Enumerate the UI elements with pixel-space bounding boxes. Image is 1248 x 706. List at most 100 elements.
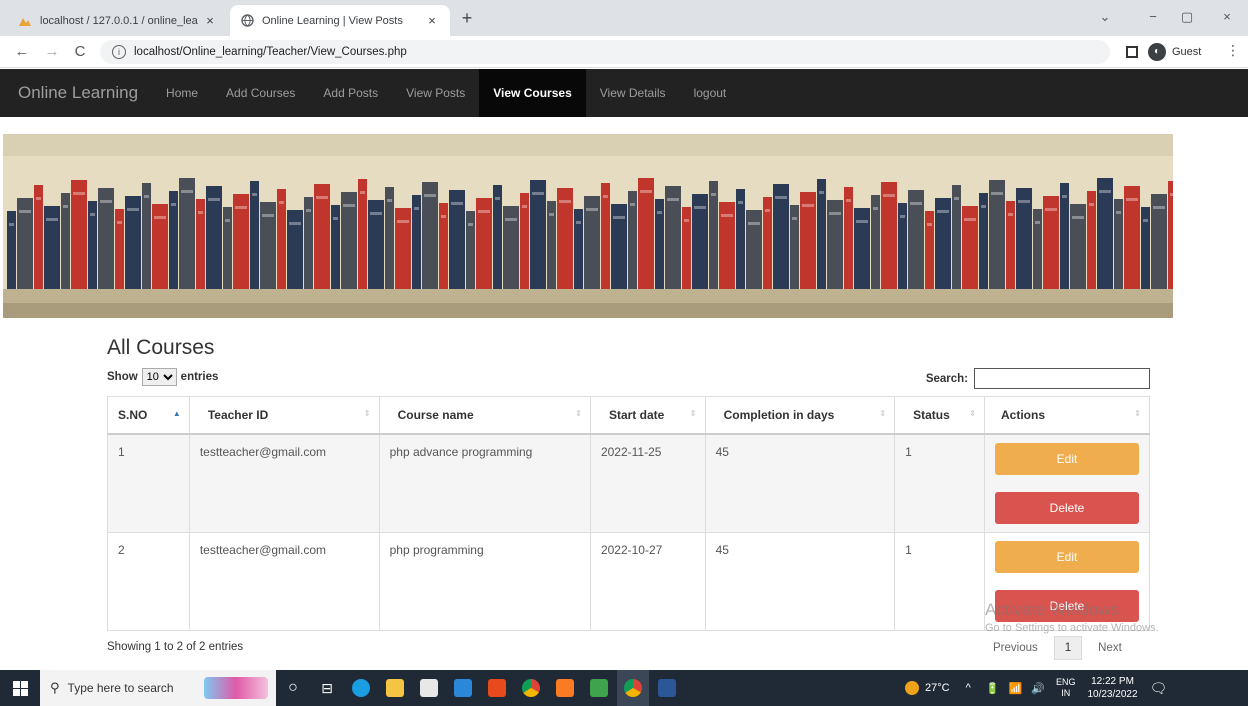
close-tab-icon[interactable]: × [202, 13, 218, 28]
previous-page-button[interactable]: Previous [985, 637, 1046, 659]
col-course-name[interactable]: Course name ⇕ [378, 396, 591, 435]
col-status[interactable]: Status ⇕ [894, 396, 985, 435]
book-label [802, 204, 814, 207]
page-length-control: Show 10 entries [107, 368, 218, 386]
new-tab-icon[interactable]: + [456, 7, 478, 29]
book-label [100, 200, 112, 203]
search-input[interactable] [974, 368, 1150, 389]
windows-start-icon[interactable] [0, 670, 40, 706]
book-spine [709, 181, 718, 289]
url-input[interactable]: i localhost/Online_learning/Teacher/View… [100, 40, 1110, 64]
book-label [954, 197, 959, 200]
clock[interactable]: 12:22 PM 10/23/2022 [1087, 675, 1137, 701]
info-icon[interactable]: i [112, 45, 126, 59]
col-start-date[interactable]: Start date ⇕ [589, 396, 706, 435]
taskbar-search-input[interactable]: ⚲ Type here to search [40, 670, 276, 706]
book-label [1008, 213, 1013, 216]
page-length-select[interactable]: 10 [141, 368, 177, 386]
back-icon[interactable]: ← [12, 42, 32, 62]
book-label [792, 217, 797, 220]
book-label [505, 218, 517, 221]
book-label [73, 192, 85, 195]
profile-avatar-icon: ◐ [1148, 43, 1166, 61]
tray-expand-icon[interactable]: ^ [966, 682, 974, 694]
book-label [829, 212, 841, 215]
weather-temp[interactable]: 27°C [925, 682, 950, 694]
book-label [198, 211, 203, 214]
page-1-button[interactable]: 1 [1053, 636, 1083, 660]
tab-title: Online Learning | View Posts [262, 14, 403, 27]
close-tab-icon[interactable]: × [424, 13, 440, 28]
book-spine [557, 188, 573, 289]
book-label [657, 211, 662, 214]
book-label [694, 206, 706, 209]
restore-icon[interactable]: ▢ [1172, 6, 1202, 28]
search-label: Search: [925, 372, 968, 385]
notification-icon[interactable]: 🗨 [1150, 680, 1168, 697]
sort-icon: ⇕ [879, 409, 887, 418]
pagination: Previous 1 Next [985, 636, 1130, 660]
mail-icon[interactable] [447, 670, 479, 706]
col-teacher-id[interactable]: Teacher ID ⇕ [188, 396, 380, 435]
edge-icon[interactable] [345, 670, 377, 706]
image-viewer-icon[interactable] [583, 670, 615, 706]
task-view-glyph: ○ [288, 679, 298, 696]
edit-button[interactable]: Edit [995, 442, 1139, 475]
widgets-icon[interactable]: ⊟ [311, 670, 343, 706]
profile-button[interactable]: ◐ Guest [1148, 42, 1201, 62]
book-spine [422, 182, 438, 289]
book-label [900, 215, 905, 218]
col-sno[interactable]: S.NO ▲ [107, 396, 190, 435]
book-label [495, 197, 500, 200]
brand-link[interactable]: Online Learning [0, 83, 152, 103]
col-completion[interactable]: Completion in days ⇕ [704, 396, 896, 435]
globe-icon [240, 14, 254, 28]
xampp-icon[interactable] [549, 670, 581, 706]
book-spine [638, 178, 654, 289]
side-panel-icon[interactable] [1126, 46, 1138, 58]
language-indicator[interactable]: ENG IN [1056, 677, 1076, 699]
reload-icon[interactable]: C [70, 42, 90, 62]
address-bar: ← → C i localhost/Online_learning/Teache… [0, 36, 1248, 68]
col-completion-label: Completion in days [723, 407, 835, 422]
book-spine [844, 187, 853, 289]
edit-button[interactable]: Edit [995, 540, 1139, 573]
col-actions[interactable]: Actions ⇕ [984, 396, 1150, 435]
book-label [1153, 206, 1165, 209]
table-row: 1 testteacher@gmail.com php advance prog… [107, 433, 1150, 533]
book-label [1089, 203, 1094, 206]
chrome-active-icon[interactable] [617, 670, 649, 706]
book-label [90, 213, 95, 216]
book-label [576, 221, 581, 224]
watermark-title: Activate Windows [985, 600, 1120, 619]
word-icon[interactable] [651, 670, 683, 706]
next-page-button[interactable]: Next [1090, 637, 1130, 659]
nav-view-posts[interactable]: View Posts [392, 69, 479, 117]
office-icon[interactable] [481, 670, 513, 706]
store-icon[interactable] [413, 670, 445, 706]
browser-tab-online-learning[interactable]: Online Learning | View Posts × [230, 5, 450, 36]
tab-search-chevron-icon[interactable]: ⌄ [1090, 6, 1120, 28]
nav-view-details[interactable]: View Details [586, 69, 680, 117]
tray-status-icons[interactable]: 🔋 📶 🔊 [986, 682, 1048, 695]
book-label [748, 222, 760, 225]
delete-button[interactable]: Delete [995, 491, 1139, 524]
windows-taskbar: ⚲ Type here to search ○ ⊟ 27°C ^ 🔋 📶 🔊 E… [0, 670, 1248, 706]
nav-add-courses[interactable]: Add Courses [212, 69, 309, 117]
file-explorer-icon[interactable] [379, 670, 411, 706]
book-label [883, 194, 895, 197]
book-spine [746, 210, 762, 289]
nav-home[interactable]: Home [152, 69, 212, 117]
nav-add-posts[interactable]: Add Posts [309, 69, 392, 117]
search-icon: ⚲ [50, 680, 60, 695]
menu-icon[interactable]: ⋮ [1226, 42, 1240, 59]
browser-tab-phpmyadmin[interactable]: localhost / 127.0.0.1 / online_lea × [8, 5, 228, 36]
chrome-icon[interactable] [515, 670, 547, 706]
cell-sno: 1 [107, 433, 190, 533]
minimize-icon[interactable]: − [1138, 6, 1168, 28]
close-window-icon[interactable]: × [1212, 6, 1242, 28]
nav-logout[interactable]: logout [680, 69, 741, 117]
nav-view-courses[interactable]: View Courses [479, 69, 586, 117]
forward-icon[interactable]: → [42, 42, 62, 62]
task-view-icon[interactable]: ○ [277, 670, 309, 706]
